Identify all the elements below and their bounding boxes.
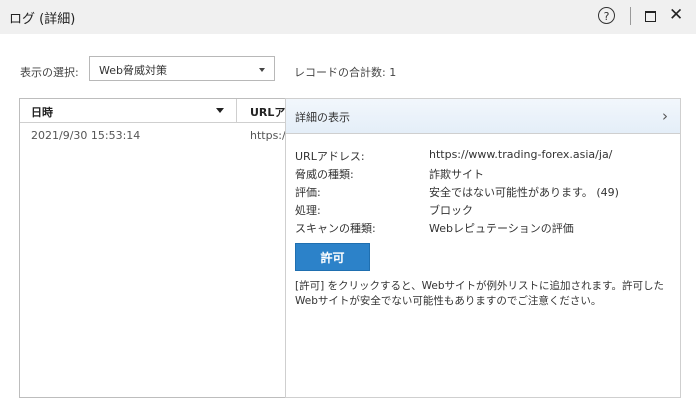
window-title: ログ (詳細) — [9, 12, 76, 27]
allow-button[interactable]: 許可 — [295, 243, 370, 271]
details-title: 詳細の表示 — [295, 111, 350, 124]
chevron-down-icon — [259, 68, 265, 72]
field-label-scan-type: スキャンの種類: — [295, 222, 376, 235]
field-label-action: 処理: — [295, 204, 321, 217]
field-label-rating: 評価: — [295, 186, 321, 199]
cell-url: https:/ — [250, 129, 286, 142]
cell-date: 2021/9/30 15:53:14 — [31, 129, 141, 142]
title-bar: ログ (詳細) ? ✕ — [0, 0, 696, 34]
view-select-label: 表示の選択: — [20, 66, 79, 79]
allow-note: [許可] をクリックすると、Webサイトが例外リストに追加されます。許可したWe… — [295, 280, 664, 307]
field-label-threat-type: 脅威の種類: — [295, 168, 354, 181]
chevron-right-icon[interactable]: › — [662, 107, 668, 125]
field-value-threat-type: 詐欺サイト — [429, 168, 484, 181]
view-select[interactable]: Web脅威対策 — [89, 56, 275, 81]
help-icon[interactable]: ? — [598, 7, 615, 24]
column-header-url[interactable]: URLア — [250, 104, 285, 120]
field-value-url: https://www.trading-forex.asia/ja/ — [429, 148, 613, 161]
column-header-date[interactable]: 日時 — [31, 104, 53, 120]
column-divider[interactable] — [236, 99, 237, 122]
field-value-scan-type: Webレピュテーションの評価 — [429, 222, 574, 235]
sort-down-icon[interactable] — [216, 108, 224, 113]
details-panel: 詳細の表示 › URLアドレス: https://www.trading-for… — [285, 98, 681, 398]
log-table: 日時 URLア 2021/9/30 15:53:14 https:/ — [19, 98, 309, 398]
close-icon[interactable]: ✕ — [669, 5, 683, 25]
field-value-rating: 安全ではない可能性があります。 (49) — [429, 186, 619, 199]
table-header: 日時 URLア — [20, 99, 308, 123]
field-value-action: ブロック — [429, 204, 473, 217]
record-count: レコードの合計数: 1 — [294, 66, 397, 79]
maximize-icon[interactable] — [645, 11, 656, 22]
titlebar-divider — [630, 7, 631, 25]
details-header[interactable]: 詳細の表示 › — [286, 99, 680, 134]
view-select-value: Web脅威対策 — [99, 64, 167, 77]
field-label-url: URLアドレス: — [295, 150, 365, 163]
